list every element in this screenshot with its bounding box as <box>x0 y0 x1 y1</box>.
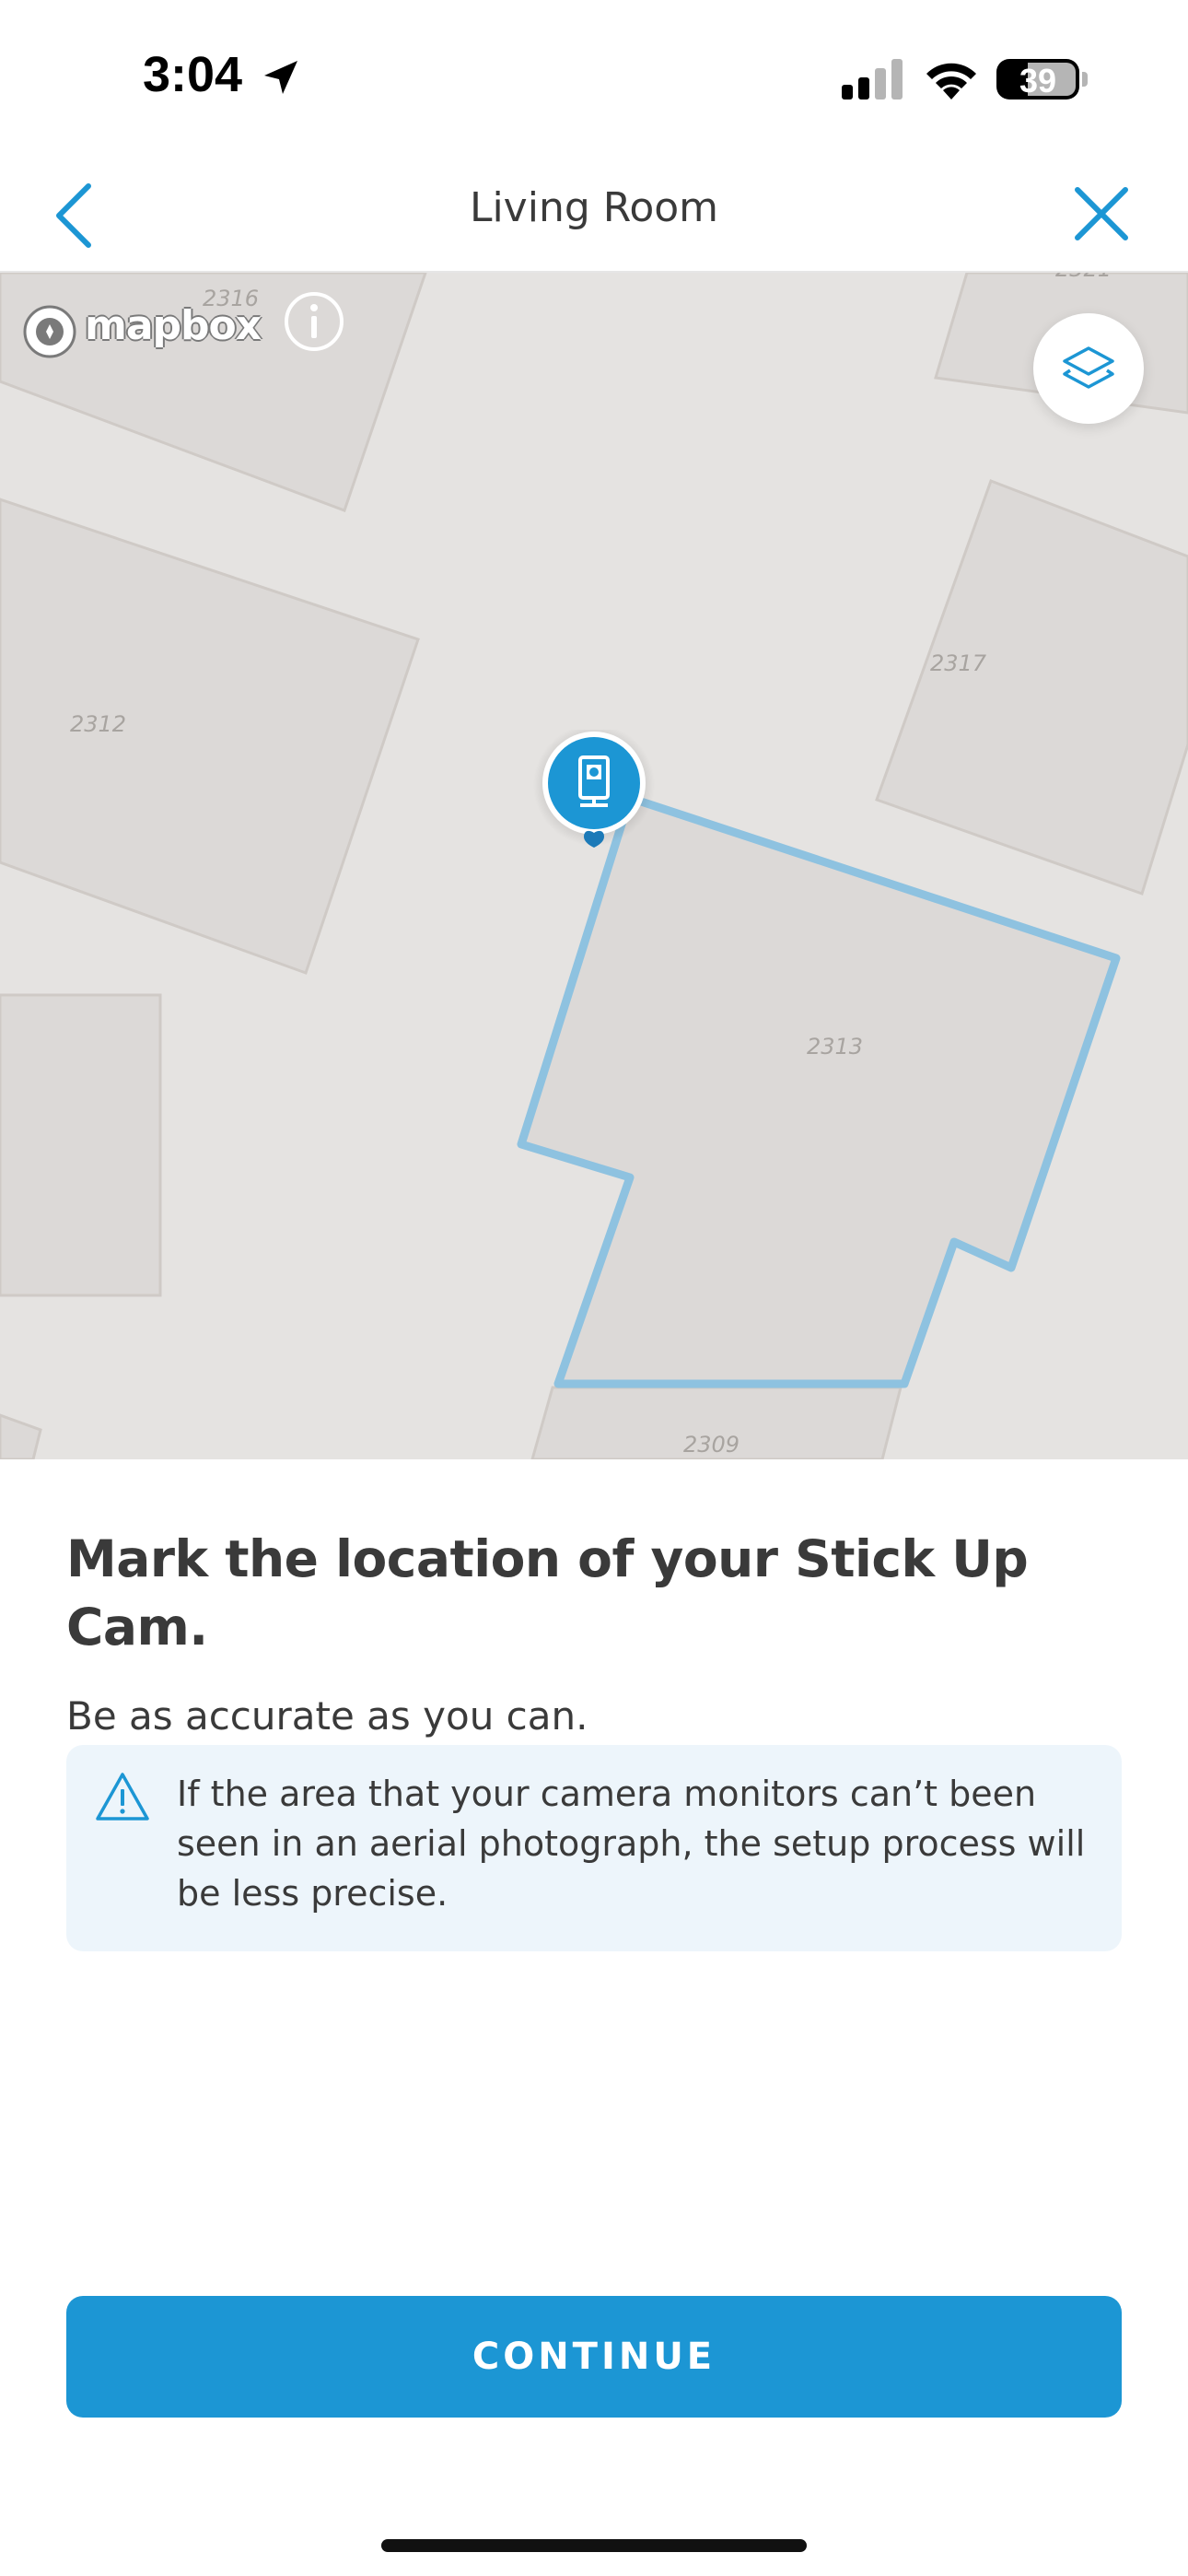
close-button[interactable] <box>1065 177 1138 251</box>
aerial-notice: If the area that your camera monitors ca… <box>66 1745 1122 1951</box>
continue-label: CONTINUE <box>472 2336 716 2378</box>
nav-bar: Living Room <box>0 157 1188 273</box>
instruction-subtext: Be as accurate as you can. <box>66 1693 588 1739</box>
parcel-label: 2317 <box>930 650 987 676</box>
selected-parcel-2313[interactable] <box>517 793 1121 1388</box>
continue-button[interactable]: CONTINUE <box>66 2296 1122 2418</box>
mapbox-logo-icon <box>23 305 76 358</box>
parcel-label: 2321 <box>1055 273 1112 282</box>
layers-icon <box>1063 346 1114 389</box>
status-time: 3:04 <box>143 47 243 102</box>
notice-text: If the area that your camera monitors ca… <box>177 1774 1086 1914</box>
battery-nub <box>1082 72 1088 87</box>
close-icon <box>1075 187 1128 240</box>
warning-icon <box>96 1773 149 1821</box>
parcel-label: 2313 <box>807 1034 863 1060</box>
map-view[interactable]: 2316 2321 2317 2312 2313 2309 mapbox <box>0 273 1188 1459</box>
parcel-label: 2309 <box>683 1432 740 1458</box>
parcel-label: 2312 <box>70 711 126 737</box>
building-bottom-left <box>0 1413 42 1459</box>
building-2317 <box>875 479 1188 896</box>
home-indicator <box>381 2539 807 2552</box>
status-bar: 3:04 39 <box>0 0 1188 157</box>
building-left <box>0 993 162 1297</box>
battery-percent: 39 <box>1019 62 1057 100</box>
map-layers-button[interactable] <box>1033 313 1144 424</box>
building-2312 <box>0 498 420 975</box>
page-title: Living Room <box>469 184 719 231</box>
wifi-icon <box>926 63 976 100</box>
signal-icon <box>842 59 903 100</box>
instruction-heading: Mark the location of your Stick Up Cam. <box>66 1529 1029 1657</box>
camera-pin-icon[interactable] <box>532 730 656 877</box>
location-arrow-icon <box>264 61 297 94</box>
info-icon[interactable] <box>284 291 344 352</box>
instructions: Mark the location of your Stick Up Cam. … <box>66 1525 1122 1742</box>
battery-icon: 39 <box>996 59 1079 100</box>
mapbox-wordmark: mapbox <box>85 302 262 349</box>
